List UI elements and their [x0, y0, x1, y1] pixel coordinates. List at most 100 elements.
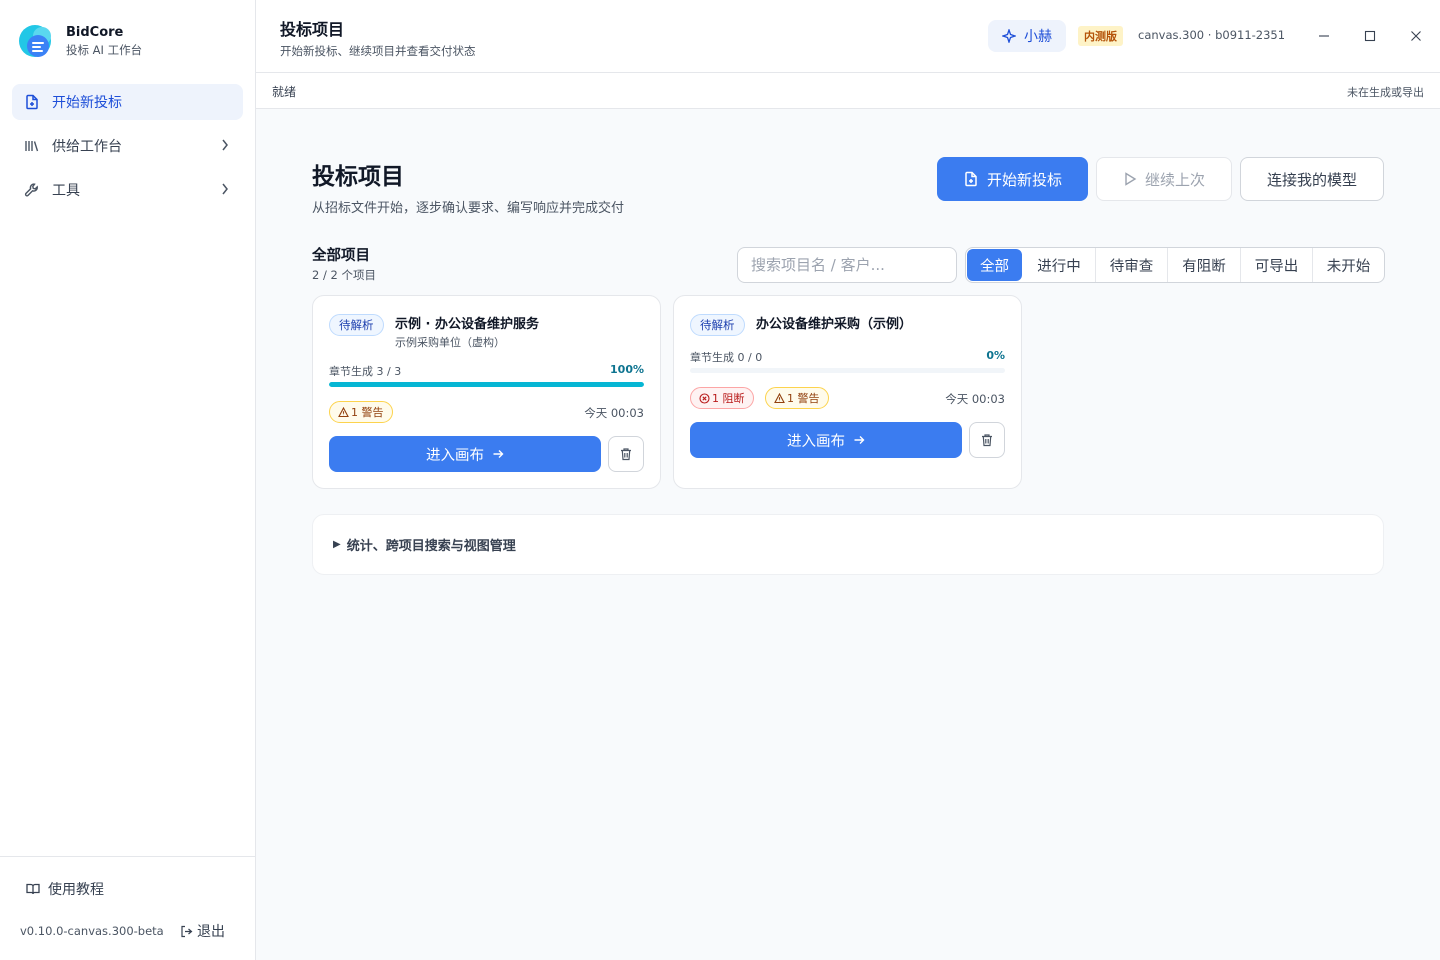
window-title: 投标项目	[280, 20, 345, 39]
sidebar-item-label: 工具	[52, 183, 80, 199]
library-icon	[24, 138, 40, 154]
logout-button[interactable]: 退出	[180, 921, 225, 941]
sidebar-item-label: 供给工作台	[52, 139, 122, 155]
export-status: 未在生成或导出	[1347, 86, 1424, 99]
arrow-right-icon	[853, 434, 865, 446]
filter-in-progress[interactable]: 进行中	[1023, 248, 1096, 282]
chevron-right-icon	[221, 183, 229, 199]
bidcore-logo-icon	[18, 22, 56, 60]
filter-exportable[interactable]: 可导出	[1241, 248, 1313, 282]
warning-count: 1 警告	[351, 406, 384, 419]
connect-model-button[interactable]: 连接我的模型	[1240, 157, 1384, 201]
progress-bar	[690, 368, 1005, 373]
maximize-icon	[1364, 30, 1376, 42]
status-text: 就绪	[272, 85, 297, 99]
sidebar-item-supply-workbench[interactable]: 供给工作台	[12, 128, 243, 164]
warning-triangle-icon	[774, 392, 785, 404]
sidebar: BidCore 投标 AI 工作台 开始新投标 供给工作台 工具 使用教程 v0…	[0, 0, 256, 960]
tutorial-label: 使用教程	[48, 882, 104, 898]
progress-percent: 0%	[986, 349, 1005, 362]
project-card[interactable]: 待解析 示例 · 办公设备维护服务 示例采购单位（虚构） 章节生成 3 / 3 …	[312, 295, 661, 489]
beta-badge: 内测版	[1078, 26, 1123, 46]
sidebar-item-tools[interactable]: 工具	[12, 172, 243, 208]
close-button[interactable]	[1406, 26, 1426, 46]
assistant-button[interactable]: 小赫	[988, 20, 1066, 52]
blocker-count: 1 阻断	[712, 392, 745, 405]
minimize-button[interactable]	[1314, 26, 1334, 46]
updated-time: 今天 00:03	[584, 406, 644, 420]
main-content: 投标项目 从招标文件开始，逐步确认要求、编写响应并完成交付 开始新投标 继续上次…	[256, 109, 1440, 960]
sparkle-icon	[1002, 29, 1016, 43]
status-badge: 待解析	[690, 314, 745, 336]
disclosure-triangle-icon: ▶	[333, 539, 341, 550]
page-subtitle: 从招标文件开始，逐步确认要求、编写响应并完成交付	[312, 201, 625, 216]
assistant-label: 小赫	[1024, 29, 1052, 45]
updated-time: 今天 00:03	[945, 392, 1005, 406]
window-subtitle: 开始新投标、继续项目并查看交付状态	[280, 44, 476, 58]
enter-canvas-label: 进入画布	[426, 447, 484, 464]
sidebar-item-label: 开始新投标	[52, 95, 122, 111]
sidebar-nav: 开始新投标 供给工作台 工具	[12, 84, 243, 216]
arrow-right-icon	[492, 448, 504, 460]
continue-label: 继续上次	[1144, 170, 1205, 189]
close-icon	[1411, 31, 1421, 41]
filter-not-started[interactable]: 未开始	[1313, 248, 1384, 282]
minimize-icon	[1319, 35, 1329, 37]
progress-bar	[329, 382, 644, 387]
enter-canvas-button[interactable]: 进入画布	[329, 436, 601, 472]
project-client: 示例采购单位（虚构）	[395, 336, 505, 349]
trash-icon	[621, 448, 631, 461]
new-bid-label: 开始新投标	[986, 170, 1062, 189]
progress-label: 章节生成 0 / 0	[690, 351, 763, 364]
sidebar-item-new-bid[interactable]: 开始新投标	[12, 84, 243, 120]
tutorial-link[interactable]: 使用教程	[26, 879, 104, 899]
logout-label: 退出	[197, 924, 225, 940]
blocker-badge[interactable]: 1 阻断	[690, 387, 754, 409]
delete-project-button[interactable]	[969, 422, 1005, 458]
warning-count: 1 警告	[787, 392, 820, 405]
file-plus-icon	[24, 94, 40, 110]
brand-subtitle: 投标 AI 工作台	[66, 43, 143, 57]
warning-triangle-icon	[338, 406, 349, 418]
topbar: 投标项目 开始新投标、继续项目并查看交付状态 小赫 内测版 canvas.300…	[256, 0, 1440, 72]
continue-last-button[interactable]: 继续上次	[1096, 157, 1232, 201]
enter-canvas-label: 进入画布	[787, 433, 845, 450]
progress-percent: 100%	[610, 363, 644, 376]
logout-icon	[180, 925, 193, 938]
project-title: 办公设备维护采购（示例）	[756, 317, 913, 332]
project-count: 2 / 2 个项目	[312, 268, 376, 282]
progress-label: 章节生成 3 / 3	[329, 365, 402, 378]
maximize-button[interactable]	[1360, 26, 1380, 46]
warning-badge[interactable]: 1 警告	[765, 387, 829, 409]
trash-icon	[982, 434, 992, 447]
version-text: v0.10.0-canvas.300-beta	[20, 924, 164, 938]
project-title: 示例 · 办公设备维护服务	[395, 317, 539, 332]
project-card[interactable]: 待解析 办公设备维护采购（示例） 章节生成 0 / 0 0% 1 阻断 1 警告…	[673, 295, 1022, 489]
filter-pending-review[interactable]: 待审查	[1096, 248, 1168, 282]
new-bid-button[interactable]: 开始新投标	[937, 157, 1088, 201]
section-title: 全部项目	[312, 248, 370, 264]
filter-tabs: 全部 进行中 待审查 有阻断 可导出 未开始	[965, 247, 1385, 283]
connect-model-label: 连接我的模型	[1266, 170, 1357, 189]
x-circle-icon	[699, 392, 710, 404]
brand-name: BidCore	[66, 25, 124, 40]
warning-badge[interactable]: 1 警告	[329, 401, 393, 423]
stats-disclosure[interactable]: ▶ 统计、跨项目搜索与视图管理	[312, 514, 1384, 575]
delete-project-button[interactable]	[608, 436, 644, 472]
status-badge: 待解析	[329, 314, 384, 336]
wrench-icon	[24, 182, 40, 198]
stats-label: 统计、跨项目搜索与视图管理	[346, 539, 516, 554]
chevron-right-icon	[221, 139, 229, 155]
status-bar: 就绪 未在生成或导出	[256, 72, 1440, 109]
page-title: 投标项目	[312, 164, 404, 190]
filter-all[interactable]: 全部	[967, 249, 1022, 281]
play-icon	[1123, 172, 1137, 186]
file-plus-icon	[963, 171, 979, 187]
brand[interactable]: BidCore 投标 AI 工作台	[18, 22, 142, 60]
enter-canvas-button[interactable]: 进入画布	[690, 422, 962, 458]
sidebar-footer: 使用教程 v0.10.0-canvas.300-beta 退出	[0, 856, 256, 940]
progress-fill	[329, 382, 644, 387]
search-input[interactable]	[737, 247, 957, 283]
filter-blocked[interactable]: 有阻断	[1168, 248, 1241, 282]
build-info: canvas.300 · b0911-2351	[1138, 28, 1286, 42]
